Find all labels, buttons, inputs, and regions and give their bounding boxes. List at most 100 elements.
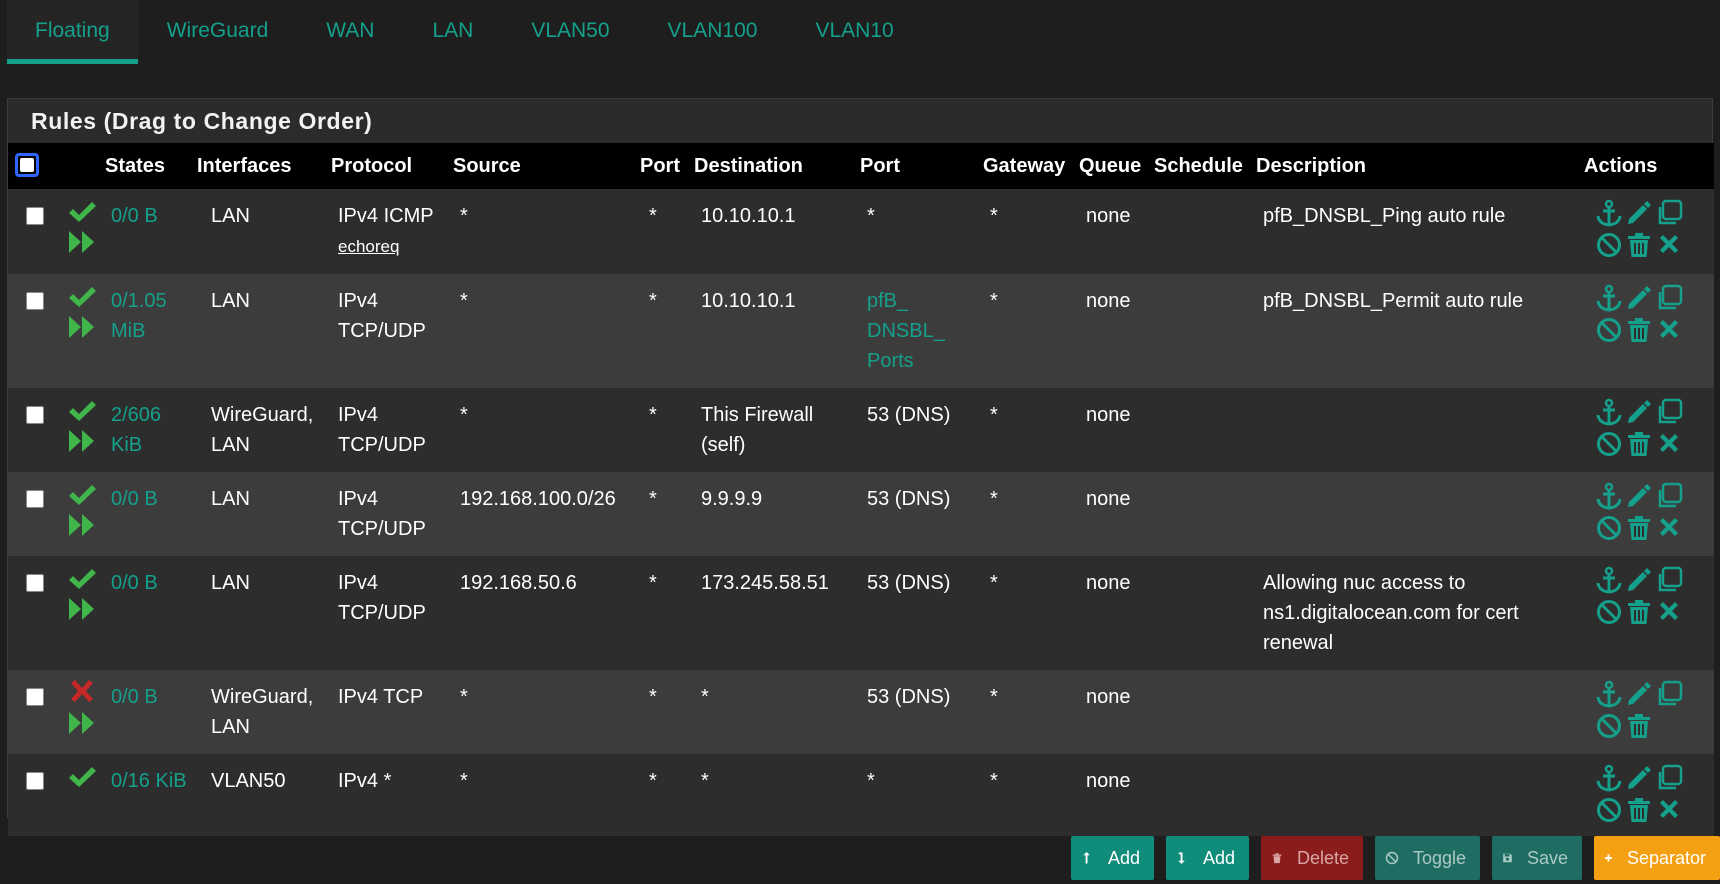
- copy-icon[interactable]: [1655, 680, 1685, 708]
- table-row[interactable]: 0/1.05 MiB LAN IPv4 TCP/UDP * * 10.10.10.1 pfB…: [8, 274, 1714, 388]
- states-cell[interactable]: 0/0 B: [105, 472, 197, 556]
- toggle-selected-button[interactable]: Toggle: [1375, 836, 1480, 880]
- pencil-icon[interactable]: [1625, 284, 1655, 312]
- x-icon[interactable]: [67, 680, 104, 706]
- check-icon[interactable]: [67, 199, 104, 225]
- ban-icon[interactable]: [1595, 796, 1625, 824]
- pencil-icon[interactable]: [1625, 482, 1655, 510]
- queue-value: none: [1086, 290, 1131, 312]
- times-icon[interactable]: [1655, 231, 1685, 259]
- pencil-icon[interactable]: [1625, 680, 1655, 708]
- trash-icon[interactable]: [1625, 231, 1655, 259]
- add-separator-button[interactable]: Separator: [1594, 836, 1720, 880]
- check-icon[interactable]: [67, 566, 104, 592]
- check-icon[interactable]: [67, 398, 104, 424]
- copy-icon[interactable]: [1655, 284, 1685, 312]
- trash-icon[interactable]: [1625, 712, 1655, 740]
- ban-icon[interactable]: [1595, 316, 1625, 344]
- row-checkbox[interactable]: [26, 207, 44, 225]
- save-order-button[interactable]: Save: [1492, 836, 1582, 880]
- copy-icon[interactable]: [1655, 566, 1685, 594]
- tab-vlan100[interactable]: VLAN100: [639, 0, 787, 64]
- states-cell[interactable]: 0/1.05 MiB: [105, 274, 197, 388]
- trash-icon[interactable]: [1625, 430, 1655, 458]
- row-checkbox[interactable]: [26, 406, 44, 424]
- destination-port-cell: 53 (DNS): [860, 388, 983, 472]
- destination-port-cell: *: [860, 754, 983, 836]
- pencil-icon[interactable]: [1625, 398, 1655, 426]
- table-row[interactable]: 0/0 B LAN IPv4 TCP/UDP 192.168.50.6 * 173.245…: [8, 556, 1714, 670]
- interfaces-value: LAN: [211, 572, 250, 594]
- pencil-icon[interactable]: [1625, 199, 1655, 227]
- schedule-cell: [1154, 670, 1256, 754]
- tab-floating[interactable]: Floating: [7, 0, 138, 64]
- destination-port-value: pfB_ DNSBL_ Ports: [867, 290, 945, 372]
- trash-icon[interactable]: [1625, 796, 1655, 824]
- anchor-icon[interactable]: [1595, 680, 1625, 708]
- add-rule-top-button[interactable]: Add: [1071, 836, 1154, 880]
- row-checkbox[interactable]: [26, 688, 44, 706]
- trash-icon[interactable]: [1625, 316, 1655, 344]
- tab-lan[interactable]: LAN: [403, 0, 502, 64]
- select-all-checkbox[interactable]: [15, 153, 39, 177]
- table-row[interactable]: 0/16 KiB VLAN50 IPv4 * * * * * * none: [8, 754, 1714, 836]
- row-checkbox[interactable]: [26, 292, 44, 310]
- select-cell[interactable]: [8, 472, 60, 556]
- select-cell[interactable]: [8, 274, 60, 388]
- copy-icon[interactable]: [1655, 764, 1685, 792]
- states-cell[interactable]: 0/0 B: [105, 556, 197, 670]
- tab-wan[interactable]: WAN: [297, 0, 403, 64]
- table-row[interactable]: 2/606 KiB WireGuard, LAN IPv4 TCP/UDP * * Thi…: [8, 388, 1714, 472]
- copy-icon[interactable]: [1655, 199, 1685, 227]
- ban-icon[interactable]: [1595, 231, 1625, 259]
- tab-vlan10[interactable]: VLAN10: [786, 0, 922, 64]
- select-all-cell[interactable]: [8, 143, 60, 189]
- pencil-icon[interactable]: [1625, 566, 1655, 594]
- check-icon[interactable]: [67, 284, 104, 310]
- ban-icon[interactable]: [1595, 430, 1625, 458]
- row-checkbox[interactable]: [26, 490, 44, 508]
- table-row[interactable]: 0/0 B LAN IPv4 ICMP echoreq * * 10.10.10.1 * * no…: [8, 189, 1714, 274]
- check-icon[interactable]: [67, 764, 104, 790]
- row-checkbox[interactable]: [26, 574, 44, 592]
- states-cell[interactable]: 2/606 KiB: [105, 388, 197, 472]
- tab-vlan50[interactable]: VLAN50: [502, 0, 638, 64]
- destination-cell: 9.9.9.9: [694, 472, 860, 556]
- anchor-icon[interactable]: [1595, 764, 1625, 792]
- destination-port-cell[interactable]: pfB_ DNSBL_ Ports: [860, 274, 983, 388]
- add-rule-bottom-button[interactable]: Add: [1166, 836, 1249, 880]
- check-icon[interactable]: [67, 482, 104, 508]
- states-cell[interactable]: 0/0 B: [105, 670, 197, 754]
- select-cell[interactable]: [8, 556, 60, 670]
- states-cell[interactable]: 0/0 B: [105, 189, 197, 274]
- ban-icon[interactable]: [1595, 598, 1625, 626]
- delete-selected-button[interactable]: Delete: [1261, 836, 1363, 880]
- select-cell[interactable]: [8, 754, 60, 836]
- times-icon[interactable]: [1655, 316, 1685, 344]
- anchor-icon[interactable]: [1595, 284, 1625, 312]
- tab-wireguard[interactable]: WireGuard: [138, 0, 298, 64]
- anchor-icon[interactable]: [1595, 482, 1625, 510]
- anchor-icon[interactable]: [1595, 398, 1625, 426]
- ban-icon[interactable]: [1595, 514, 1625, 542]
- copy-icon[interactable]: [1655, 398, 1685, 426]
- anchor-icon[interactable]: [1595, 566, 1625, 594]
- row-checkbox[interactable]: [26, 772, 44, 790]
- table-row[interactable]: 0/0 B WireGuard, LAN IPv4 TCP * * * 53 (DNS) * n…: [8, 670, 1714, 754]
- anchor-icon[interactable]: [1595, 199, 1625, 227]
- select-cell[interactable]: [8, 388, 60, 472]
- table-row[interactable]: 0/0 B LAN IPv4 TCP/UDP 192.168.100.0/26 * 9.9…: [8, 472, 1714, 556]
- times-icon[interactable]: [1655, 430, 1685, 458]
- ban-icon[interactable]: [1595, 712, 1625, 740]
- protocol-cell: IPv4 *: [331, 754, 453, 836]
- pencil-icon[interactable]: [1625, 764, 1655, 792]
- times-icon[interactable]: [1655, 514, 1685, 542]
- trash-icon[interactable]: [1625, 514, 1655, 542]
- select-cell[interactable]: [8, 189, 60, 274]
- select-cell[interactable]: [8, 670, 60, 754]
- states-cell[interactable]: 0/16 KiB: [105, 754, 197, 836]
- times-icon[interactable]: [1655, 598, 1685, 626]
- times-icon[interactable]: [1655, 796, 1685, 824]
- trash-icon[interactable]: [1625, 598, 1655, 626]
- copy-icon[interactable]: [1655, 482, 1685, 510]
